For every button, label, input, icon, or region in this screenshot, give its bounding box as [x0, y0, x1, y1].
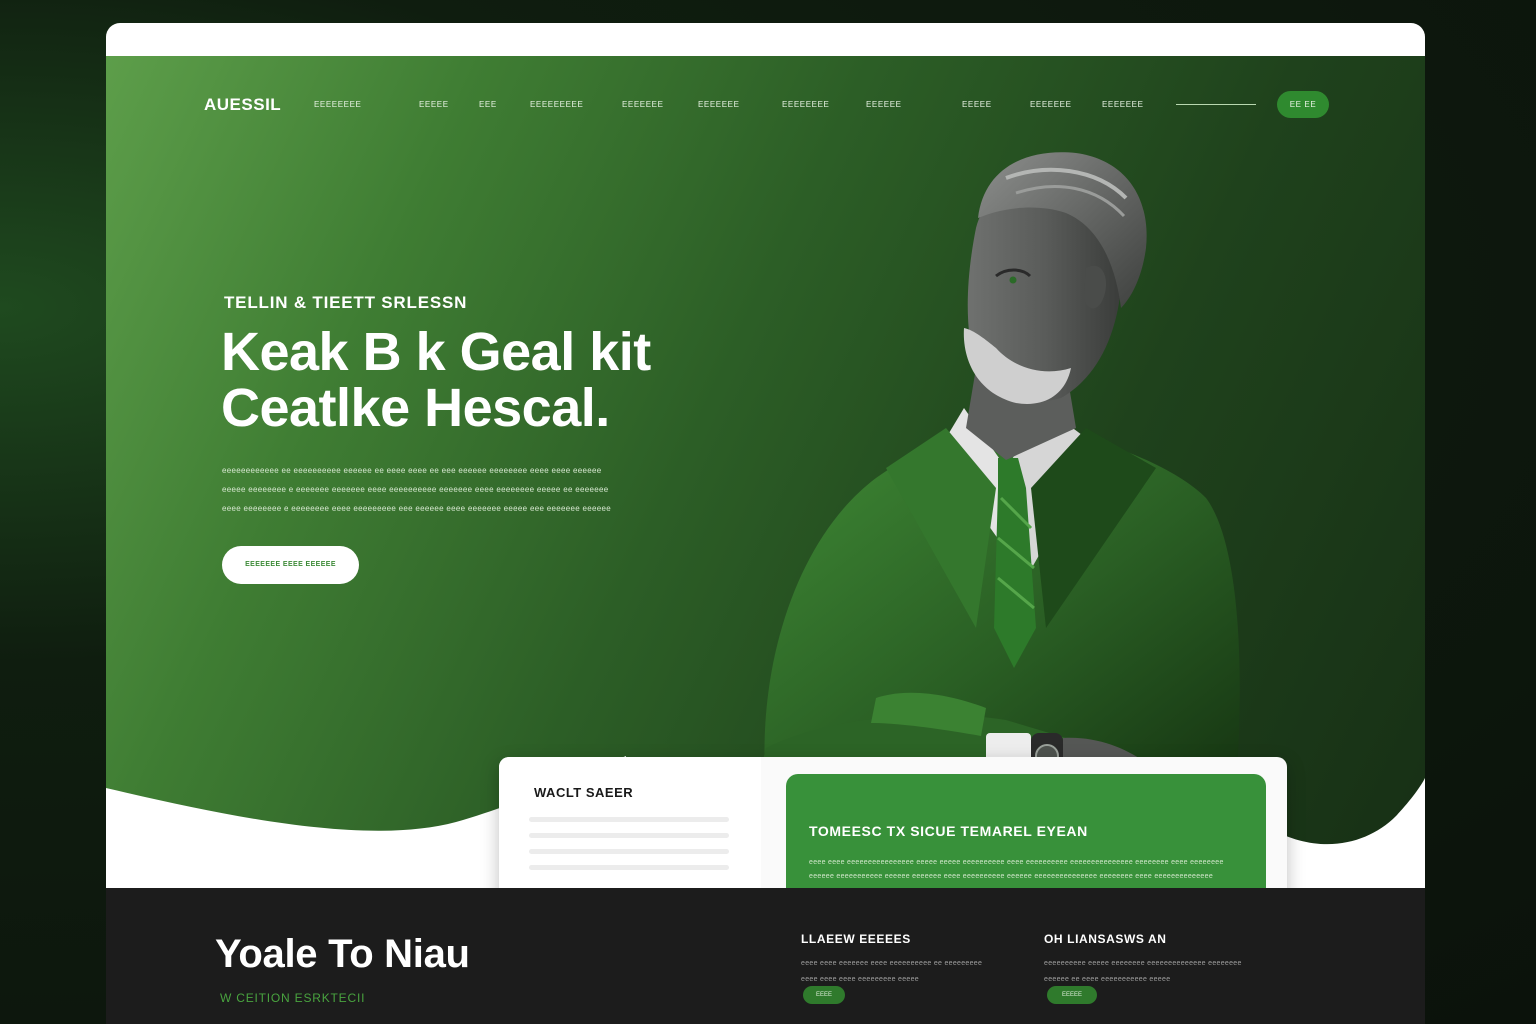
brand-tagline: EEEEEEEE [314, 100, 362, 109]
hero-cta-button[interactable]: EEEEEEE EEEE EEEEEE [222, 546, 359, 584]
footer-column-text-line: eeeeeeeeee eeeee eeeeeeee eeeeeeeeeeeeee… [1044, 960, 1242, 967]
info-card-text-line [529, 849, 729, 854]
hero-headline: Keak B k Geal kit Ceatlke Hescal. [221, 324, 651, 436]
nav-link-2[interactable]: EEE [479, 91, 497, 119]
footer-column-2-button[interactable]: EEEEE [1047, 986, 1097, 1004]
hero-paragraph-line: eeee eeeeeeee e eeeeeeee eeee eeeeeeeee … [222, 504, 611, 513]
feature-cards: WACLT SAEER TOMEESC TX SICUE TEMAREL EYE… [499, 757, 1287, 888]
hero-paragraph-line: eeeeeeeeeeee ee eeeeeeeeee eeeeee ee eee… [222, 466, 602, 475]
info-card-text-line [529, 833, 729, 838]
highlight-card-text: eeee eeee eeeeeeeeeeeeeeee eeeee eeeee e… [809, 856, 1229, 884]
footer-section: Yoale To Niau W CEITION ESRKTECII LLAEEW… [106, 888, 1425, 1024]
nav-link-1[interactable]: EEEEE [419, 91, 449, 119]
browser-frame: AUESSIL EEEEEEEE EEEEE EEE EEEEEEEEE EEE… [106, 23, 1425, 1024]
footer-column-text: eeeeeeeeee eeeee eeeeeeee eeeeeeeeeeeeee… [1044, 956, 1244, 988]
footer-column-1: LLAEEW EEEEES eeee eeee eeeeeee eeee eee… [801, 932, 1001, 988]
hero-kicker: TELLIN & TIEETT SRLESSN [224, 293, 468, 312]
nav-link-3[interactable]: EEEEEEEEE [530, 91, 583, 119]
logo[interactable]: AUESSIL [204, 91, 281, 119]
footer-title: Yoale To Niau [215, 932, 470, 976]
footer-column-text-line: eeee eeee eeeeeee eeee eeeeeeeeee ee eee… [801, 960, 983, 967]
hero-headline-line-2: Ceatlke Hescal. [221, 378, 610, 438]
info-card-text-line [529, 817, 729, 822]
footer-column-title: LLAEEW EEEEES [801, 932, 911, 946]
highlight-card-text-line: eeeeee eeeeeeeeeee eeeeee eeeeeee eeee e… [809, 873, 1214, 880]
hero-paragraph-line: eeeee eeeeeeee e eeeeeee eeeeeee eeee ee… [222, 485, 609, 494]
footer-column-title: OH LIANSASWS AN [1044, 932, 1167, 946]
nav-cta-button[interactable]: EE EE [1277, 91, 1329, 118]
footer-column-2: OH LIANSASWS AN eeeeeeeeee eeeee eeeeeee… [1044, 932, 1244, 988]
highlight-card-title: TOMEESC TX SICUE TEMAREL EYEAN [809, 823, 1088, 839]
search-underline[interactable] [1176, 104, 1256, 105]
hero-section: AUESSIL EEEEEEEE EEEEE EEE EEEEEEEEE EEE… [106, 56, 1425, 888]
businessman-portrait-illustration [756, 152, 1240, 788]
hero-paragraph: eeeeeeeeeeee ee eeeeeeeeee eeeeee ee eee… [222, 461, 632, 518]
footer-subtitle: W CEITION ESRKTECII [220, 991, 366, 1005]
info-card-title: WACLT SAEER [534, 785, 634, 800]
footer-column-1-button[interactable]: EEEE [803, 986, 845, 1004]
hero-headline-line-1: Keak B k Geal kit [221, 322, 651, 382]
info-card: WACLT SAEER [499, 757, 761, 888]
info-card-text-line [529, 865, 729, 870]
highlight-card-text-line: eeee eeee eeeeeeeeeeeeeeee eeeee eeeee e… [809, 859, 1224, 866]
footer-column-text: eeee eeee eeeeeee eeee eeeeeeeeee ee eee… [801, 956, 1001, 988]
highlight-card: TOMEESC TX SICUE TEMAREL EYEAN eeee eeee… [786, 774, 1266, 888]
